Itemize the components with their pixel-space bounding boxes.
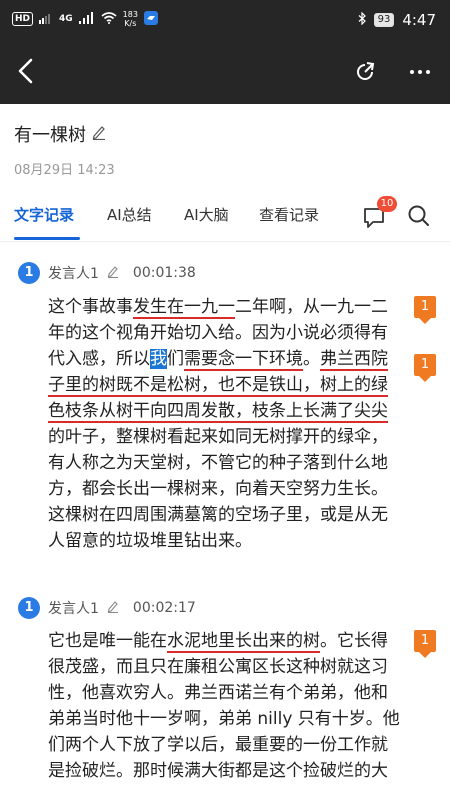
signal-icon: [39, 12, 53, 27]
comment-flag-count: 1: [414, 354, 436, 376]
speed-value: 183: [122, 10, 138, 19]
flag-tail: [419, 376, 431, 382]
speaker-avatar: 1: [18, 262, 40, 284]
text-run: 这个事故事: [48, 297, 133, 317]
back-arrow-icon: [18, 58, 33, 84]
signal-strength-icon: [78, 11, 95, 27]
selected-text[interactable]: 我: [150, 349, 167, 369]
title-row: 有一棵树: [14, 121, 106, 147]
search-button[interactable]: [407, 204, 431, 232]
underlined-text[interactable]: 发生在一九一: [133, 297, 235, 319]
share-button[interactable]: [354, 61, 376, 87]
more-menu-button[interactable]: [410, 70, 430, 74]
comment-count-badge: 10: [377, 196, 397, 212]
flag-tail: [419, 318, 431, 324]
status-bar: HD 4G 183 K/s 93 4:47: [0, 0, 450, 40]
more-dot-icon: [418, 70, 422, 74]
text-run: 它也是唯一能在: [48, 631, 167, 651]
speaker-name[interactable]: 发言人1: [48, 598, 99, 618]
wifi-icon: [101, 11, 117, 27]
top-bar: HD 4G 183 K/s 93 4:47: [0, 0, 450, 104]
speaker-row: 1 发言人1 00:02:17: [18, 597, 196, 619]
bluetooth-icon: [358, 11, 366, 28]
text-run: 们: [167, 349, 184, 369]
speed-unit: K/s: [124, 19, 137, 28]
pencil-icon: [107, 601, 118, 614]
transcript-paragraph[interactable]: 它也是唯一能在水泥地里长出来的树。它长得很茂盛，而且只在廉租公寓区长这种树就这习…: [48, 628, 400, 784]
tab-transcript[interactable]: 文字记录: [14, 204, 74, 225]
record-date: 08月29日 14:23: [14, 163, 115, 178]
app-bar: [0, 40, 450, 104]
status-right: 93 4:47: [358, 11, 436, 29]
search-icon: [408, 205, 429, 226]
comment-flag[interactable]: 1: [414, 630, 436, 658]
speaker-avatar: 1: [18, 597, 40, 619]
text-run: 。它长得很茂盛，而且只在廉租公寓区长这种树就这习性，他喜欢穷人。弗兰西诺兰有个弟…: [48, 631, 400, 781]
comment-flag[interactable]: 1: [414, 296, 436, 324]
page-title: 有一棵树: [14, 125, 86, 146]
segment-timestamp[interactable]: 00:02:17: [133, 600, 196, 616]
text-run: 。: [303, 349, 320, 369]
status-time: 4:47: [402, 11, 436, 29]
app-notification-icon: [143, 10, 158, 28]
tab-ai-summary[interactable]: AI总结: [107, 204, 152, 225]
speaker-name[interactable]: 发言人1: [48, 263, 99, 283]
underlined-text[interactable]: 需要念一下环境: [184, 349, 303, 371]
transcript-paragraph[interactable]: 这个事故事发生在一九一二年啊，从一九一二年的这个视角开始切入给。因为小说必须得有…: [48, 294, 400, 554]
pencil-icon: [92, 126, 105, 141]
comment-flag[interactable]: 1: [414, 354, 436, 382]
comment-flag-count: 1: [414, 296, 436, 318]
underlined-text[interactable]: 水泥地里长出来的树: [167, 631, 320, 653]
network-speed: 183 K/s: [123, 10, 138, 28]
more-dot-icon: [410, 70, 414, 74]
back-button[interactable]: [16, 58, 36, 88]
network-type: 4G: [59, 14, 73, 24]
more-dot-icon: [426, 70, 430, 74]
share-icon: [357, 62, 375, 80]
battery-indicator: 93: [373, 13, 395, 27]
comment-flag-count: 1: [414, 630, 436, 652]
segment-timestamp[interactable]: 00:01:38: [133, 265, 196, 281]
edit-speaker-button[interactable]: [107, 599, 119, 617]
hd-badge: HD: [12, 12, 34, 26]
text-run: 的叶子，整棵树看起来如同无树撑开的绿伞，有人称之为天堂树，不管它的种子落到什么地…: [48, 427, 388, 551]
tab-bar: 文字记录 AI总结 AI大脑 查看记录 10: [0, 196, 450, 242]
tab-ai-brain[interactable]: AI大脑: [184, 204, 229, 225]
status-left: HD 4G 183 K/s: [12, 10, 158, 28]
active-tab-indicator: [14, 237, 80, 240]
pencil-icon: [107, 266, 118, 279]
speaker-row: 1 发言人1 00:01:38: [18, 262, 196, 284]
edit-title-button[interactable]: [92, 124, 106, 144]
tab-view-records[interactable]: 查看记录: [259, 204, 319, 225]
edit-speaker-button[interactable]: [107, 264, 119, 282]
flag-tail: [419, 652, 431, 658]
